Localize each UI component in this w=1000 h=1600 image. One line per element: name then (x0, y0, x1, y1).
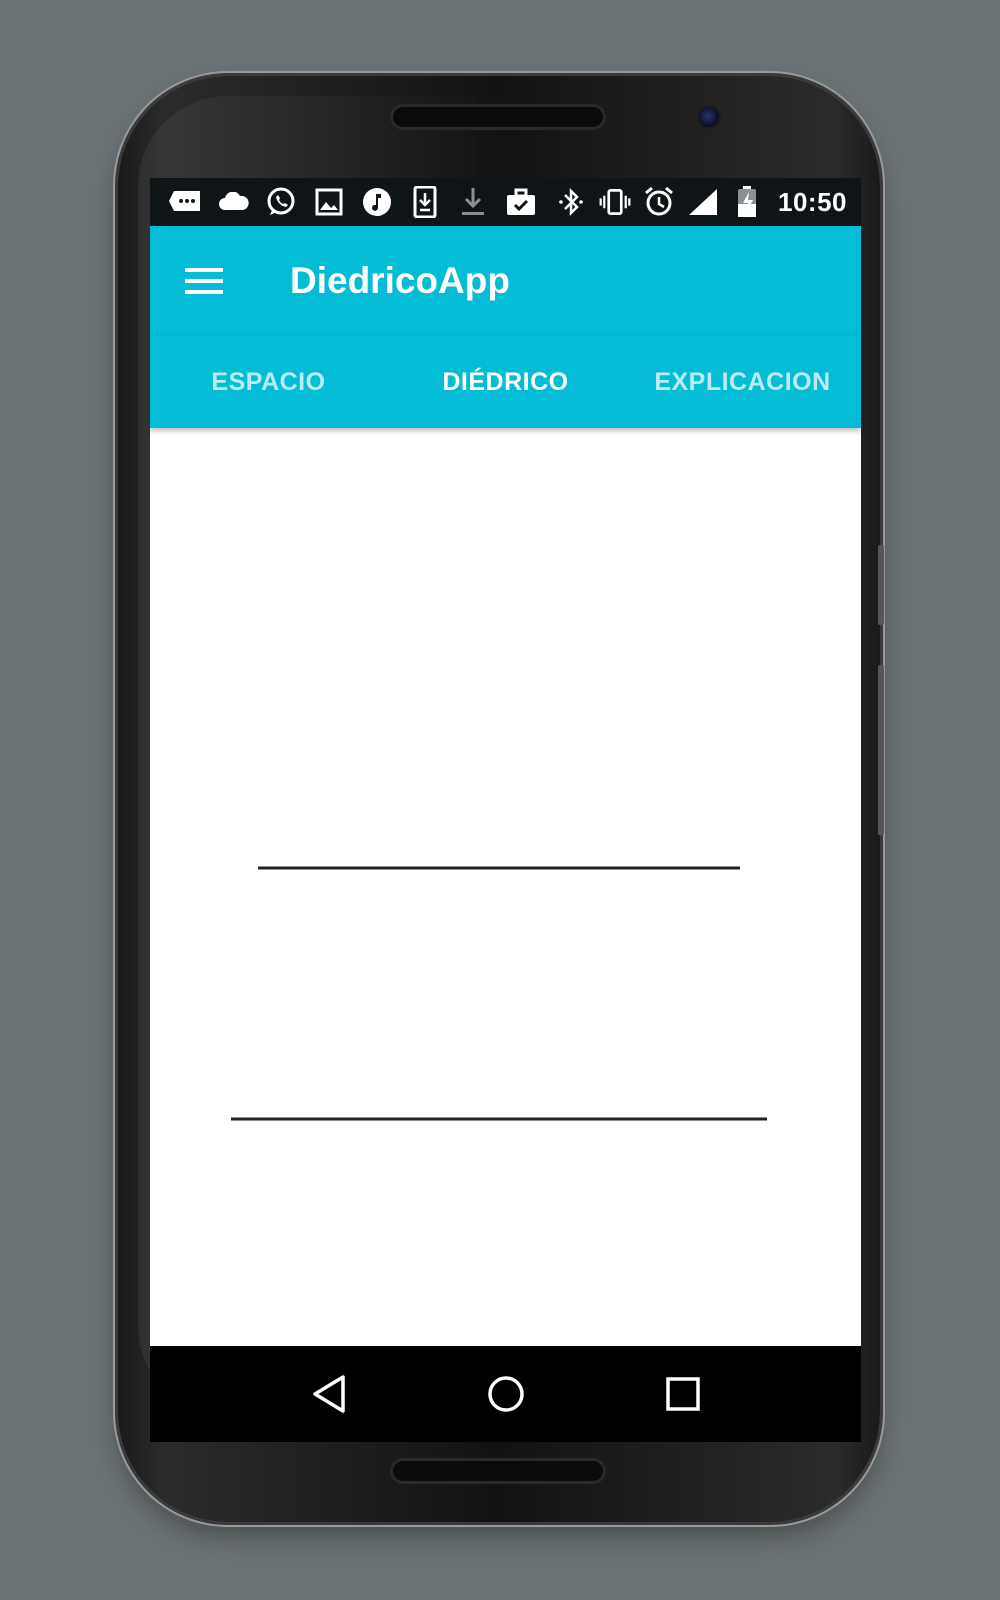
navigation-bar (150, 1346, 861, 1442)
download-icon (408, 185, 442, 219)
bluetooth-icon (554, 185, 588, 219)
vibrate-icon (598, 185, 632, 219)
app-title: DiedricoApp (290, 260, 510, 301)
message-icon (168, 185, 202, 219)
status-bar: 10:50 (150, 178, 861, 226)
app-bar: DiedricoApp (150, 226, 861, 336)
work-briefcase-icon (504, 185, 538, 219)
battery-charging-icon (730, 185, 764, 219)
signal-icon (686, 185, 720, 219)
power-button (878, 665, 884, 835)
image-icon (312, 185, 346, 219)
alarm-icon (642, 185, 676, 219)
whatsapp-icon (264, 185, 298, 219)
status-right-icons: 10:50 (554, 185, 847, 219)
music-icon (360, 185, 394, 219)
tab-diedrico[interactable]: DIÉDRICO (387, 336, 624, 428)
recents-icon[interactable] (659, 1370, 707, 1418)
front-camera (699, 107, 719, 127)
top-speaker (390, 104, 606, 130)
back-icon[interactable] (305, 1370, 353, 1418)
volume-button (878, 545, 884, 625)
tab-espacio[interactable]: ESPACIO (150, 336, 387, 428)
status-left-icons (168, 185, 538, 219)
tab-explicacion[interactable]: EXPLICACION (624, 336, 861, 428)
bottom-speaker (390, 1458, 606, 1484)
home-icon[interactable] (482, 1370, 530, 1418)
hamburger-menu-icon[interactable] (184, 261, 224, 301)
tab-bar: ESPACIO DIÉDRICO EXPLICACION (150, 336, 861, 428)
cloud-icon (216, 185, 250, 219)
status-time: 10:50 (778, 186, 847, 217)
download-arrow-icon (456, 185, 490, 219)
diedrico-drawing-area (150, 428, 861, 1372)
screen: 10:50 DiedricoApp ESPACIO DIÉDRICO EXPLI… (150, 178, 861, 1442)
